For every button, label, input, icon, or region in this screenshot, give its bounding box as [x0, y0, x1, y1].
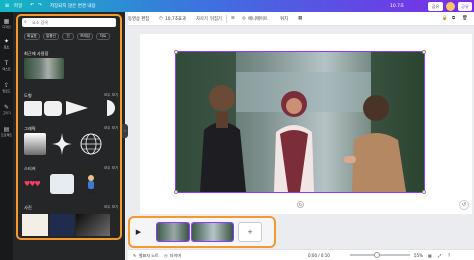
recent-photo-thumb[interactable]	[24, 58, 64, 79]
collapse-panel-button[interactable]: ‹	[122, 124, 128, 138]
search-icon: ⌕	[24, 19, 27, 25]
notes-button[interactable]: 발표자 노트	[139, 253, 159, 259]
resize-handle-bl[interactable]	[174, 190, 178, 194]
rotate-icon[interactable]: ↻	[297, 201, 304, 208]
text-icon[interactable]: T	[0, 60, 13, 67]
file-menu[interactable]: 파일	[14, 3, 22, 9]
avatar[interactable]	[446, 1, 455, 11]
section-shapes: 도형	[24, 93, 32, 98]
draw-icon[interactable]: ✎	[0, 104, 13, 111]
rail-label-text: 텍스트	[2, 67, 11, 71]
triangle-shape[interactable]	[66, 101, 88, 115]
see-all-shapes[interactable]: 모두 보기	[104, 93, 118, 98]
effects-button[interactable]: 효과	[178, 16, 186, 22]
see-all-photos[interactable]: 모두 보기	[104, 205, 118, 210]
chip-frames[interactable]: 프레임	[77, 33, 93, 40]
resize-handle-tr[interactable]	[422, 50, 426, 54]
edit-video-button[interactable]: 동영상 편집	[128, 16, 149, 22]
toolbar-divider	[226, 15, 227, 23]
rail-label-elements: 요소	[3, 45, 10, 49]
animate-button[interactable]: 애니메이트	[248, 16, 268, 22]
resize-handle-br[interactable]	[422, 190, 426, 194]
fullscreen-icon[interactable]: ⤢	[438, 253, 441, 258]
bottom-bar: ✎ 발표자 노트 ◷ 타이머 0:00 / 0:10 55% ▦ ⤢ ?	[128, 249, 474, 260]
clip-duration[interactable]: 10.7초	[165, 16, 179, 22]
see-all-stickers[interactable]: 모두 보기	[104, 166, 118, 171]
play-icon[interactable]: ▶	[134, 227, 143, 237]
section-recent: 최근에 사용함	[24, 51, 49, 56]
zoom-slider-knob[interactable]	[374, 251, 380, 258]
clip-thumbnail	[192, 223, 233, 241]
chip-speech[interactable]: 말풍선	[43, 33, 59, 40]
video-photo	[176, 52, 424, 192]
globe-graphic[interactable]	[80, 133, 102, 155]
section-photos: 사진	[24, 205, 32, 210]
time-display: 0:00 / 0:10	[308, 252, 330, 258]
section-stickers: 스티커	[24, 166, 36, 171]
projects-icon[interactable]: ▤	[0, 126, 13, 133]
clock-icon: ◷	[159, 16, 163, 21]
resize-handle-tl[interactable]	[174, 50, 178, 54]
gradient-graphic[interactable]	[24, 133, 46, 155]
transparency-icon[interactable]: ▦	[298, 16, 302, 21]
hearts-sticker[interactable]: ♥♥♥	[24, 180, 41, 188]
video-frame[interactable]	[175, 51, 425, 193]
settings-sliders-icon[interactable]: ☰	[231, 16, 235, 21]
share-button[interactable]: 공유	[428, 1, 443, 11]
timer-button[interactable]: 타이머	[170, 253, 181, 259]
notes-icon: ✎	[133, 252, 137, 258]
square-shape[interactable]	[24, 101, 42, 116]
help-icon[interactable]: ?	[448, 253, 450, 258]
rail-label-upload: 업로드	[2, 89, 11, 93]
photo-thumb-2[interactable]	[50, 214, 74, 236]
rounded-square-shape[interactable]	[44, 101, 62, 116]
add-clip-button[interactable]: +	[238, 222, 262, 242]
search-bar[interactable]: ⌕	[22, 18, 116, 27]
menu-icon[interactable]: ≡	[3, 2, 11, 10]
publish-button[interactable]: 공유	[458, 1, 472, 11]
rail-label-projects: 프로젝트	[0, 133, 13, 137]
elements-icon[interactable]: ✦	[0, 38, 13, 45]
timeline-clip-1[interactable]	[156, 222, 190, 242]
edit-toolbar: 동영상 편집 ◷ 10.7초 효과 자르기 뒤집기 ☰ ◎ 애니메이트 위치 ▦…	[128, 12, 474, 26]
section-graphics: 그래픽	[24, 126, 36, 131]
sparkle-graphic[interactable]	[52, 133, 72, 155]
template-icon[interactable]: ▦	[0, 18, 13, 25]
rail-label-design: 디자인	[2, 25, 11, 29]
duplicate-icon[interactable]: ⧉	[452, 16, 455, 21]
rail-label-draw: 그리기	[2, 111, 11, 115]
photo-thumb-3[interactable]	[76, 214, 110, 236]
lock-icon[interactable]: 🔒	[442, 16, 447, 21]
delete-icon[interactable]: 🗑	[462, 16, 467, 21]
zoom-level[interactable]: 55%	[414, 253, 423, 258]
top-header: ≡ 파일 ↶ ↷ 저장되지 않은 변경 내용 10.7초 공유 공유	[0, 0, 474, 12]
illustration-sticker[interactable]	[50, 174, 74, 194]
chip-arrows[interactable]: 화살표	[24, 33, 40, 40]
animate-icon: ◎	[242, 16, 246, 21]
header-duration: 10.7초	[390, 4, 405, 9]
photo-thumb-1[interactable]	[22, 214, 48, 236]
left-rail: ▦ 디자인 ✦ 요소 T 텍스트 ⇪ 업로드 ✎ 그리기 ▤ 프로젝트	[0, 12, 13, 260]
chip-lines[interactable]: 선	[62, 33, 74, 40]
undo-icon[interactable]: ↶	[30, 3, 34, 8]
upload-icon[interactable]: ⇪	[0, 82, 13, 89]
position-button[interactable]: 위치	[280, 16, 288, 22]
zoom-slider[interactable]	[350, 254, 410, 256]
refresh-icon[interactable]: ↺	[459, 200, 469, 210]
timeline-clip-2[interactable]	[191, 222, 234, 242]
crop-button[interactable]: 자르기	[196, 16, 208, 22]
search-input[interactable]	[32, 20, 112, 25]
doc-status: 저장되지 않은 변경 내용	[50, 4, 96, 9]
see-all-graphics[interactable]: 모두 보기	[104, 126, 118, 131]
flip-button[interactable]: 뒤집기	[210, 16, 222, 22]
clip-thumbnail	[157, 223, 189, 241]
redo-icon[interactable]: ↷	[38, 3, 42, 8]
person-sticker[interactable]	[84, 174, 98, 194]
chip-charts[interactable]: 차트	[96, 33, 110, 40]
timer-icon: ◷	[164, 252, 168, 258]
half-circle-shape[interactable]	[99, 100, 115, 116]
grid-view-icon[interactable]: ▦	[428, 253, 432, 258]
